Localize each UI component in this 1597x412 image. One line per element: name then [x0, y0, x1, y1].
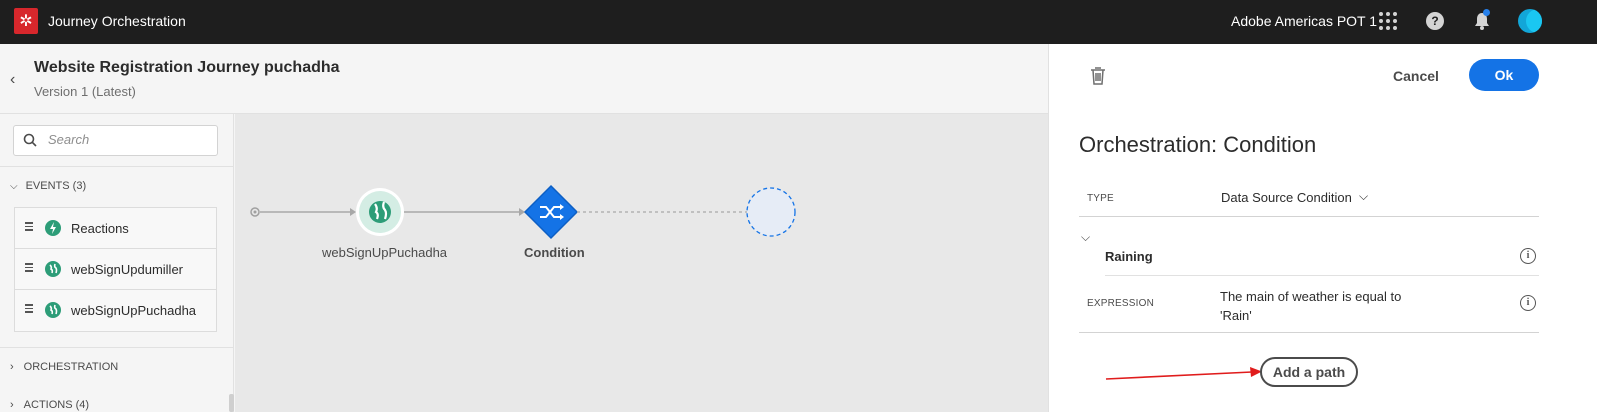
globe-icon [45, 302, 61, 318]
chevron-down-icon[interactable]: ⌵ [1359, 189, 1368, 204]
help-icon[interactable]: ? [1426, 12, 1444, 30]
annotation-arrow [1105, 367, 1262, 380]
journey-header: ‹ Website Registration Journey puchadha … [0, 44, 1048, 114]
trash-icon[interactable] [1089, 66, 1107, 86]
globe-icon [369, 201, 391, 223]
back-chevron-icon[interactable]: ‹ [10, 71, 15, 89]
events-list: Reactions webSignUpdumiller webSignUpPuc… [14, 207, 217, 332]
search-icon [23, 133, 37, 147]
orchestration-section-label: ORCHESTRATION [23, 361, 119, 373]
chevron-right-icon: › [10, 361, 14, 373]
actions-section-label: ACTIONS (4) [23, 399, 90, 411]
event-item-websignupdumiller[interactable]: webSignUpdumiller [15, 249, 216, 290]
divider [0, 347, 234, 348]
avatar[interactable] [1518, 9, 1542, 33]
expression-value[interactable]: The main of weather is equal to 'Rain' [1220, 287, 1420, 325]
event-item-reactions[interactable]: Reactions [15, 208, 216, 249]
type-dropdown-value[interactable]: Data Source Condition [1221, 190, 1352, 205]
cancel-button[interactable]: Cancel [1383, 61, 1449, 91]
add-path-button[interactable]: Add a path [1260, 357, 1358, 387]
apps-grid-icon[interactable] [1379, 12, 1397, 30]
connector-arrow [350, 208, 356, 216]
condition-node-label: Condition [524, 245, 585, 260]
drag-handle-icon[interactable] [25, 263, 33, 274]
info-icon[interactable]: i [1520, 295, 1536, 311]
orchestration-section-toggle[interactable]: › ORCHESTRATION [10, 361, 118, 373]
chevron-right-icon: › [10, 399, 14, 411]
globe-icon [45, 261, 61, 277]
events-section-label: EVENTS (3) [25, 180, 87, 192]
type-label: TYPE [1087, 193, 1114, 204]
ok-button[interactable]: Ok [1469, 59, 1539, 91]
path-name[interactable]: Raining [1105, 249, 1153, 264]
journey-canvas[interactable]: webSignUpPuchadha Condition [235, 114, 1048, 412]
event-item-websignuppuchadha[interactable]: webSignUpPuchadha [15, 290, 216, 331]
divider [0, 166, 234, 167]
events-section-toggle[interactable]: ⌵ EVENTS (3) [10, 180, 86, 192]
properties-title: Orchestration: Condition [1079, 132, 1317, 157]
divider [1079, 332, 1539, 333]
search-input[interactable] [48, 132, 208, 147]
notification-badge [1483, 9, 1490, 16]
adobe-logo-icon[interactable]: ✲ [14, 8, 38, 34]
event-label: webSignUpPuchadha [71, 303, 197, 318]
journey-title: Website Registration Journey puchadha [34, 59, 340, 76]
top-bar: ✲ Journey Orchestration Adobe Americas P… [0, 0, 1597, 44]
type-row: TYPE Data Source Condition ⌵ [1079, 180, 1539, 217]
event-node-websignuppuchadha[interactable] [356, 188, 404, 236]
chevron-down-icon: ⌵ [10, 181, 18, 192]
drop-placeholder-node[interactable] [746, 187, 796, 237]
app-title[interactable]: Journey Orchestration [48, 13, 186, 29]
journey-graph [250, 184, 796, 240]
expression-label: EXPRESSION [1087, 298, 1155, 309]
drag-handle-icon[interactable] [25, 304, 33, 315]
event-node-label: webSignUpPuchadha [322, 245, 448, 260]
journey-version[interactable]: Version 1 (Latest) [34, 84, 136, 99]
search-box[interactable] [13, 125, 218, 156]
condition-node[interactable] [523, 184, 579, 240]
actions-section-toggle[interactable]: › ACTIONS (4) [10, 399, 89, 411]
event-label: Reactions [71, 221, 129, 236]
start-point-dot [253, 210, 257, 214]
activity-palette: ⌵ EVENTS (3) Reactions webSignUpdumiller … [0, 114, 234, 412]
scrollbar[interactable] [229, 394, 234, 412]
divider [1105, 275, 1539, 276]
info-icon[interactable]: i [1520, 248, 1536, 264]
lightning-icon [45, 220, 61, 236]
drag-handle-icon[interactable] [25, 222, 33, 233]
collapse-path-chevron-icon[interactable]: ⌵ [1081, 230, 1090, 245]
org-switcher[interactable]: Adobe Americas POT 1 [1231, 13, 1377, 29]
properties-panel: Cancel Ok Orchestration: Condition TYPE … [1048, 44, 1597, 412]
event-label: webSignUpdumiller [71, 262, 183, 277]
